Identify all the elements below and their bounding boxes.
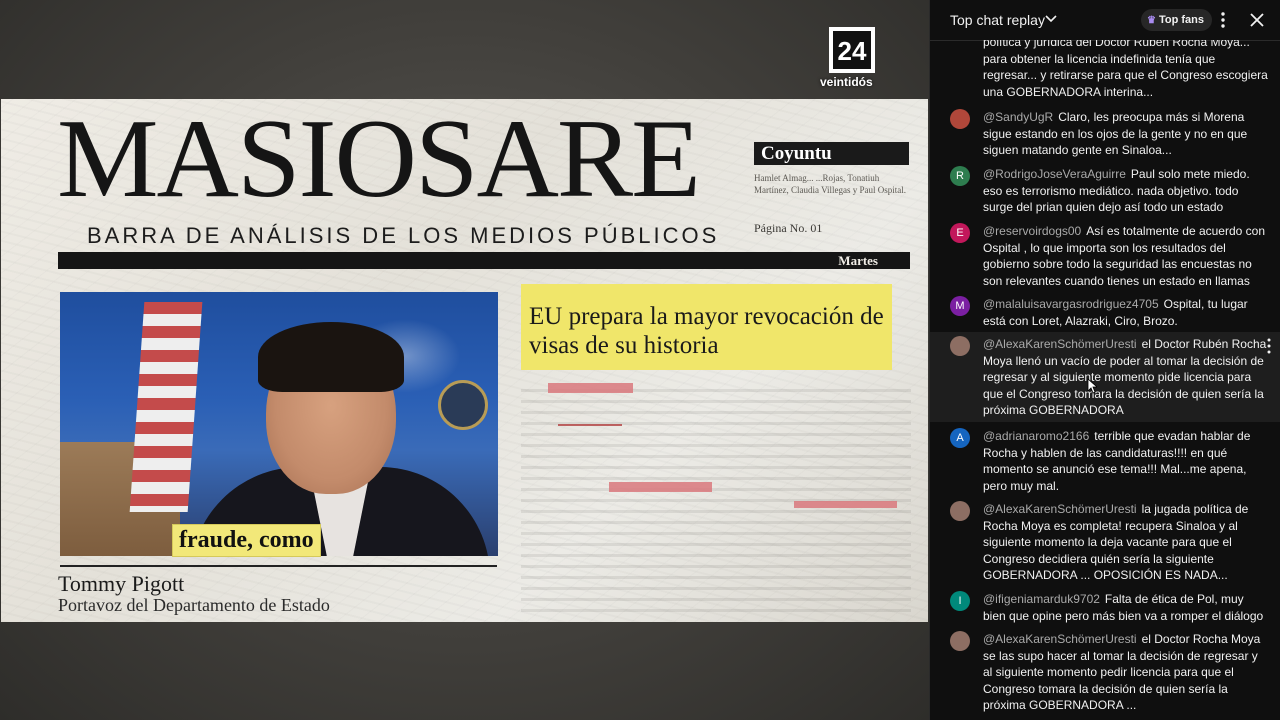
- message-author[interactable]: @adrianaromo2166: [983, 429, 1089, 443]
- message-menu-icon[interactable]: [1265, 338, 1273, 354]
- live-chat-panel: Top chat replay ♛ Top fans política y jur…: [929, 0, 1280, 720]
- more-options-icon[interactable]: [1215, 11, 1231, 29]
- news-photo: [60, 292, 498, 556]
- highlight-mark: [609, 482, 712, 492]
- section-label: Coyuntu: [754, 142, 909, 165]
- chat-message-list[interactable]: política y jurídica del Doctor Rubén Roc…: [930, 40, 1280, 720]
- message-author[interactable]: @AlexaKarenSchömerUresti: [983, 502, 1137, 516]
- masthead-subtitle: BARRA DE ANÁLISIS DE LOS MEDIOS PÚBLICOS: [87, 223, 720, 248]
- video-player[interactable]: MASIOSARE BARRA DE ANÁLISIS DE LOS MEDIO…: [0, 0, 929, 720]
- masthead-title: MASIOSARE: [57, 99, 701, 221]
- masthead-rule: Martes: [58, 252, 910, 269]
- headline-text: EU prepara la mayor revocación de visas …: [529, 303, 884, 359]
- message-author[interactable]: @ifigeniamarduk9702: [983, 592, 1100, 606]
- chat-message[interactable]: M @malaluisavargasrodriguez4705 Ospital, …: [930, 294, 1280, 330]
- message-author[interactable]: @AlexaKarenSchömerUresti: [983, 632, 1137, 646]
- authors-text: Hamlet Almag... ...Rojas, Tonatiuh Martí…: [754, 173, 907, 195]
- message-author[interactable]: @RodrigoJoseVeraAguirre: [983, 167, 1126, 181]
- chevron-down-icon[interactable]: [1044, 12, 1058, 26]
- avatar[interactable]: [950, 631, 970, 651]
- avatar[interactable]: [950, 501, 970, 521]
- message-body: @adrianaromo2166 terrible que evadan habl…: [983, 428, 1268, 494]
- avatar[interactable]: [950, 109, 970, 129]
- chat-message[interactable]: R @RodrigoJoseVeraAguirre Paul solo mete …: [930, 164, 1280, 216]
- message-body: @malaluisavargasrodriguez4705 Ospital, tu…: [983, 296, 1268, 329]
- avatar[interactable]: E: [950, 223, 970, 243]
- message-body: @AlexaKarenSchömerUresti la jugada políti…: [983, 501, 1268, 584]
- avatar[interactable]: [950, 336, 970, 356]
- message-text: política y jurídica del Doctor Rubén Roc…: [983, 40, 1268, 99]
- avatar[interactable]: A: [950, 428, 970, 448]
- highlight-mark: [558, 424, 622, 426]
- message-author[interactable]: @malaluisavargasrodriguez4705: [983, 297, 1159, 311]
- message-body: @SandyUgR Claro, les preocupa más si More…: [983, 109, 1268, 159]
- person-role: Portavoz del Departamento de Estado: [58, 595, 330, 615]
- message-body: @AlexaKarenSchömerUresti el Doctor Rubén …: [983, 336, 1268, 419]
- message-author[interactable]: @reservoirdogs00: [983, 224, 1081, 238]
- section-label-text: Coyuntu: [761, 143, 832, 164]
- chat-message[interactable]: I @ifigeniamarduk9702 Falta de ética de P…: [930, 589, 1280, 625]
- speaker-hair: [258, 322, 404, 392]
- channel-name: veintidós: [820, 75, 873, 89]
- highlight-mark: [794, 501, 897, 508]
- message-body: @reservoirdogs00 Así es totalmente de acu…: [983, 223, 1268, 289]
- highlight-mark: [548, 383, 633, 393]
- chat-message[interactable]: política y jurídica del Doctor Rubén Roc…: [930, 40, 1280, 100]
- photo-rule: [60, 565, 497, 567]
- message-author[interactable]: @AlexaKarenSchömerUresti: [983, 337, 1137, 351]
- channel-logo: 24: [829, 27, 875, 73]
- chat-message[interactable]: @AlexaKarenSchömerUresti el Doctor Rocha …: [930, 629, 1280, 715]
- chat-message[interactable]: A @adrianaromo2166 terrible que evadan ha…: [930, 426, 1280, 496]
- page-number: Página No. 01: [754, 221, 823, 235]
- avatar[interactable]: I: [950, 591, 970, 611]
- flag-graphic: [129, 302, 203, 512]
- message-author[interactable]: @SandyUgR: [983, 110, 1053, 124]
- mouse-cursor-icon: [1087, 378, 1097, 394]
- top-fans-label: Top fans: [1158, 14, 1204, 26]
- chat-header: Top chat replay ♛ Top fans: [930, 0, 1280, 41]
- chat-message[interactable]: @SandyUgR Claro, les preocupa más si More…: [930, 107, 1280, 159]
- chat-message-hovered[interactable]: @AlexaKarenSchömerUresti el Doctor Rubén …: [930, 332, 1280, 422]
- channel-logo-number: 24: [833, 31, 871, 69]
- message-body: @AlexaKarenSchömerUresti el Doctor Rocha …: [983, 631, 1268, 714]
- seal-graphic: [438, 380, 488, 430]
- message-body: @ifigeniamarduk9702 Falta de ética de Pol…: [983, 591, 1268, 624]
- message-body: @RodrigoJoseVeraAguirre Paul solo mete mi…: [983, 166, 1268, 216]
- subtitle-caption: fraude, como: [172, 524, 321, 557]
- video-frame: MASIOSARE BARRA DE ANÁLISIS DE LOS MEDIO…: [1, 99, 928, 622]
- day-label: Martes: [838, 253, 878, 268]
- person-name: Tommy Pigott: [58, 571, 185, 596]
- avatar[interactable]: M: [950, 296, 970, 316]
- chat-mode-selector[interactable]: Top chat replay: [950, 12, 1045, 28]
- chat-message[interactable]: E @reservoirdogs00 Así es totalmente de a…: [930, 221, 1280, 289]
- crown-icon: ♛: [1147, 15, 1156, 26]
- close-icon[interactable]: [1248, 11, 1266, 29]
- avatar[interactable]: R: [950, 166, 970, 186]
- chat-message[interactable]: @AlexaKarenSchömerUresti la jugada políti…: [930, 499, 1280, 585]
- top-fans-button[interactable]: ♛ Top fans: [1141, 9, 1212, 31]
